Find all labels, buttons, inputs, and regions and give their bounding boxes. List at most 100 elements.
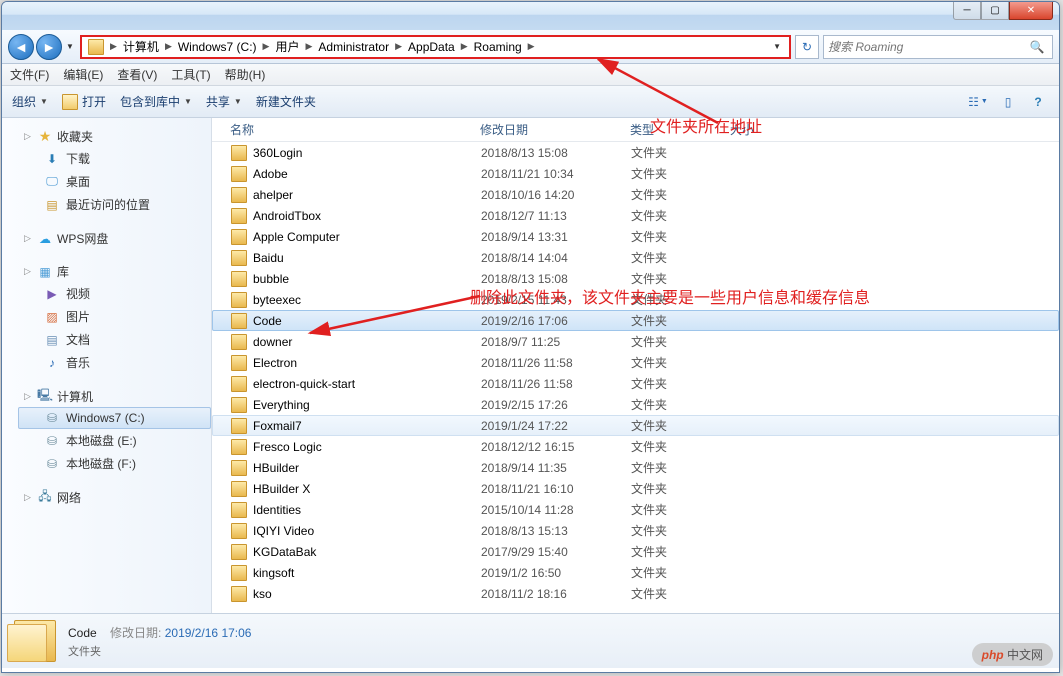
chevron-right-icon[interactable]: ▶ (393, 41, 404, 52)
sidebar-item-documents[interactable]: ▤文档 (18, 328, 211, 351)
file-row[interactable]: Baidu2018/8/14 14:04文件夹 (212, 247, 1059, 268)
file-row[interactable]: Adobe2018/11/21 10:34文件夹 (212, 163, 1059, 184)
file-row[interactable]: 360Login2018/8/13 15:08文件夹 (212, 142, 1059, 163)
file-name: Apple Computer (253, 230, 340, 244)
breadcrumb-item[interactable]: Roaming (470, 40, 526, 54)
view-options-button[interactable]: ☷ ▼ (967, 92, 989, 112)
window-titlebar[interactable]: ─ ▢ ✕ (2, 2, 1059, 30)
file-row[interactable]: Identities2015/10/14 11:28文件夹 (212, 499, 1059, 520)
address-dropdown-icon[interactable]: ▼ (767, 42, 787, 51)
file-row[interactable]: electron-quick-start2018/11/26 11:58文件夹 (212, 373, 1059, 394)
new-folder-button[interactable]: 新建文件夹 (256, 93, 316, 110)
file-row[interactable]: AndroidTbox2018/12/7 11:13文件夹 (212, 205, 1059, 226)
chevron-right-icon[interactable]: ▶ (108, 41, 119, 52)
organize-button[interactable]: 组织 ▼ (12, 93, 48, 110)
refresh-button[interactable]: ↻ (795, 35, 819, 59)
file-row[interactable]: HBuilder X2018/11/21 16:10文件夹 (212, 478, 1059, 499)
chevron-right-icon[interactable]: ▶ (303, 41, 314, 52)
sidebar-item-music[interactable]: ♪音乐 (18, 351, 211, 374)
maximize-button[interactable]: ▢ (981, 2, 1009, 20)
breadcrumb-item[interactable]: Windows7 (C:) (174, 40, 261, 54)
sidebar-item-drive-f[interactable]: ⛁本地磁盘 (F:) (18, 452, 211, 475)
breadcrumb-item[interactable]: 计算机 (119, 38, 163, 55)
sidebar-item-pictures[interactable]: ▨图片 (18, 305, 211, 328)
sidebar-item-downloads[interactable]: ⬇ 下载 (18, 147, 211, 170)
file-row[interactable]: KGDataBak2017/9/29 15:40文件夹 (212, 541, 1059, 562)
column-date[interactable]: 修改日期 (480, 121, 630, 138)
history-dropdown-icon[interactable]: ▼ (64, 37, 76, 57)
file-date: 2018/8/14 14:04 (481, 251, 631, 265)
menu-help[interactable]: 帮助(H) (225, 66, 266, 83)
file-date: 2018/8/13 15:13 (481, 524, 631, 538)
file-row[interactable]: kso2018/11/2 18:16文件夹 (212, 583, 1059, 604)
file-list-pane[interactable]: 名称 修改日期 类型 大小 360Login2018/8/13 15:08文件夹… (212, 118, 1059, 613)
menu-tools[interactable]: 工具(T) (171, 66, 210, 83)
file-row[interactable]: Electron2018/11/26 11:58文件夹 (212, 352, 1059, 373)
file-row[interactable]: ahelper2018/10/16 14:20文件夹 (212, 184, 1059, 205)
forward-button[interactable]: ► (36, 34, 62, 60)
preview-pane-button[interactable]: ▯ (997, 92, 1019, 112)
file-row[interactable]: byteexec2019/2/15 11:43文件夹 (212, 289, 1059, 310)
menu-file[interactable]: 文件(F) (10, 66, 49, 83)
file-list[interactable]: 360Login2018/8/13 15:08文件夹Adobe2018/11/2… (212, 142, 1059, 612)
sidebar-item-videos[interactable]: ▶视频 (18, 282, 211, 305)
file-row[interactable]: HBuilder2018/9/14 11:35文件夹 (212, 457, 1059, 478)
share-button[interactable]: 共享 ▼ (206, 93, 242, 110)
navigation-pane[interactable]: ▷ ★ 收藏夹 ⬇ 下载 🖵 桌面 ▤ 最近访问的位置 (2, 118, 212, 613)
status-type: 文件夹 (68, 643, 251, 659)
search-button[interactable]: 🔍 (1026, 36, 1048, 58)
close-button[interactable]: ✕ (1009, 2, 1053, 20)
file-row[interactable]: kingsoft2019/1/2 16:50文件夹 (212, 562, 1059, 583)
libraries-group[interactable]: ▷ ▦ 库 (18, 261, 211, 282)
sidebar-item-label: WPS网盘 (57, 230, 108, 247)
file-row[interactable]: downer2018/9/7 11:25文件夹 (212, 331, 1059, 352)
back-button[interactable]: ◄ (8, 34, 34, 60)
breadcrumb-item[interactable]: 用户 (271, 38, 303, 55)
address-bar[interactable]: ▶ 计算机 ▶ Windows7 (C:) ▶ 用户 ▶ Administrat… (80, 35, 791, 59)
help-button[interactable]: ? (1027, 92, 1049, 112)
file-row[interactable]: Foxmail72019/1/24 17:22文件夹 (212, 415, 1059, 436)
sidebar-item-desktop[interactable]: 🖵 桌面 (18, 170, 211, 193)
computer-group[interactable]: ▷ 🖳 计算机 (18, 386, 211, 407)
file-name: Everything (253, 398, 310, 412)
file-date: 2019/1/24 17:22 (481, 419, 631, 433)
breadcrumb-item[interactable]: AppData (404, 40, 459, 54)
status-bar: Code 修改日期: 2019/2/16 17:06 文件夹 (2, 613, 1059, 668)
file-name: ahelper (253, 188, 293, 202)
breadcrumb-item[interactable]: Administrator (314, 40, 393, 54)
file-type: 文件夹 (631, 354, 731, 371)
file-row[interactable]: Fresco Logic2018/12/12 16:15文件夹 (212, 436, 1059, 457)
sidebar-item-drive-c[interactable]: ⛁Windows7 (C:) (18, 407, 211, 429)
sidebar-item-wps[interactable]: ▷ ☁ WPS网盘 (18, 228, 211, 249)
include-in-library-button[interactable]: 包含到库中 ▼ (120, 93, 192, 110)
menu-edit[interactable]: 编辑(E) (63, 66, 103, 83)
open-button[interactable]: 打开 (62, 93, 106, 110)
column-name[interactable]: 名称 (230, 121, 480, 138)
explorer-body: ▷ ★ 收藏夹 ⬇ 下载 🖵 桌面 ▤ 最近访问的位置 (2, 118, 1059, 613)
chevron-right-icon[interactable]: ▶ (459, 41, 470, 52)
column-type[interactable]: 类型 (630, 121, 730, 138)
menu-view[interactable]: 查看(V) (117, 66, 157, 83)
file-row[interactable]: Apple Computer2018/9/14 13:31文件夹 (212, 226, 1059, 247)
sidebar-item-recent[interactable]: ▤ 最近访问的位置 (18, 193, 211, 216)
sidebar-item-network[interactable]: ▷ 🖧 网络 (18, 487, 211, 508)
folder-icon (231, 502, 247, 518)
chevron-right-icon[interactable]: ▶ (261, 41, 272, 52)
chevron-right-icon[interactable]: ▶ (526, 41, 537, 52)
desktop-icon: 🖵 (44, 174, 60, 190)
file-row[interactable]: Code2019/2/16 17:06文件夹 (212, 310, 1059, 331)
file-date: 2015/10/14 11:28 (481, 503, 631, 517)
list-view-icon: ☷ (968, 95, 979, 109)
search-input[interactable] (828, 40, 1026, 54)
file-row[interactable]: Everything2019/2/15 17:26文件夹 (212, 394, 1059, 415)
sidebar-item-drive-e[interactable]: ⛁本地磁盘 (E:) (18, 429, 211, 452)
minimize-button[interactable]: ─ (953, 2, 981, 20)
file-row[interactable]: IQIYI Video2018/8/13 15:13文件夹 (212, 520, 1059, 541)
search-box[interactable]: 🔍 (823, 35, 1053, 59)
folder-icon (231, 292, 247, 308)
chevron-right-icon[interactable]: ▶ (163, 41, 174, 52)
recent-places-icon: ▤ (44, 197, 60, 213)
file-row[interactable]: bubble2018/8/13 15:08文件夹 (212, 268, 1059, 289)
favorites-group[interactable]: ▷ ★ 收藏夹 (18, 126, 211, 147)
column-size[interactable]: 大小 (730, 121, 810, 138)
